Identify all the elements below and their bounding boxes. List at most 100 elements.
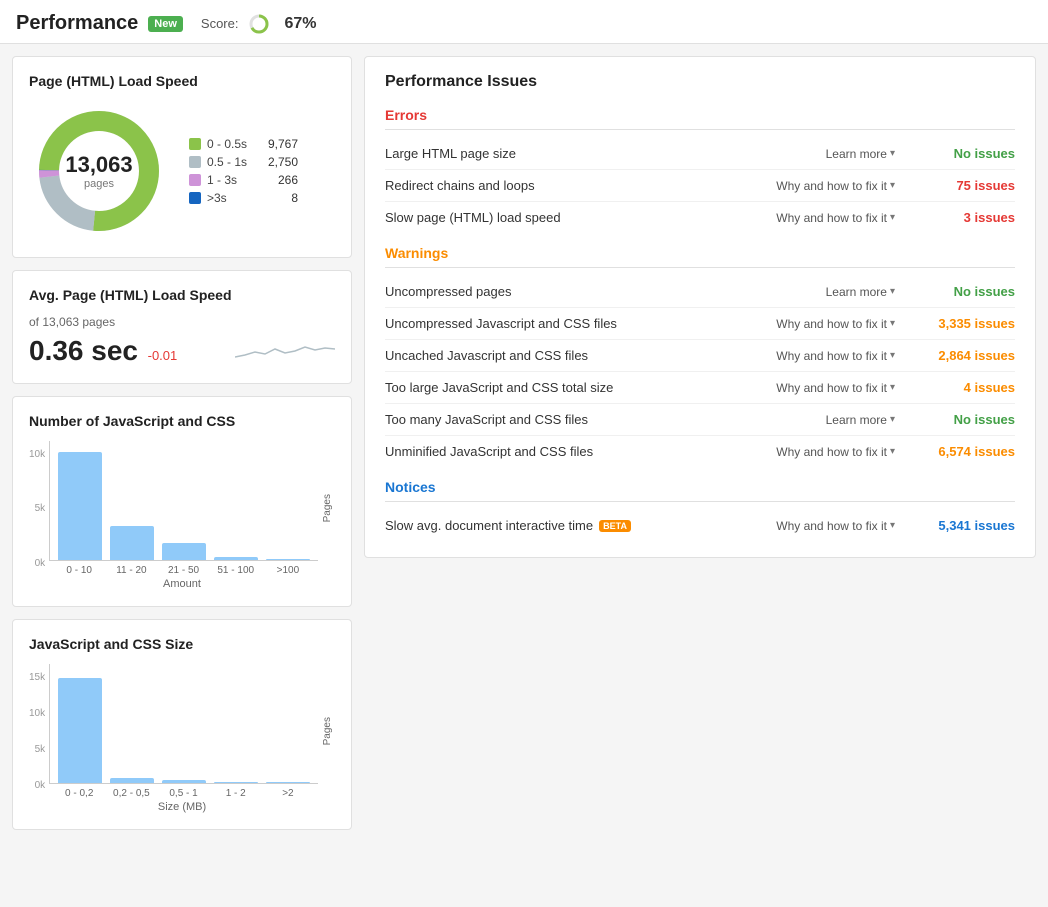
issue-count: 2,864 issues xyxy=(915,348,1015,363)
score-value: 67% xyxy=(284,15,316,33)
x-label: 51 - 100 xyxy=(214,565,258,576)
score-ring xyxy=(248,13,270,35)
speed-legend: 0 - 0.5s 9,767 0.5 - 1s 2,750 1 - 3s 266… xyxy=(189,137,298,205)
issue-name: Unminified JavaScript and CSS files xyxy=(385,444,776,459)
issue-action[interactable]: Why and how to fix it ▾ xyxy=(776,349,895,363)
chevron-down-icon: ▾ xyxy=(890,212,895,223)
chevron-down-icon: ▾ xyxy=(890,318,895,329)
page-header: Performance New Score: 67% xyxy=(0,0,1048,44)
bar xyxy=(162,543,206,560)
bar xyxy=(110,778,154,783)
donut-chart: 13,063 pages xyxy=(29,101,169,241)
issue-row: Uncompressed pagesLearn more ▾ No issues xyxy=(385,276,1015,308)
x-labels: 0 - 1011 - 2021 - 5051 - 100>100 xyxy=(49,561,318,576)
bar-col xyxy=(110,778,154,783)
issue-row: Uncompressed Javascript and CSS filesWhy… xyxy=(385,308,1015,340)
legend-label: 0 - 0.5s xyxy=(207,137,247,151)
x-label: >100 xyxy=(266,565,310,576)
avg-load-card: Avg. Page (HTML) Load Speed of 13,063 pa… xyxy=(12,270,352,384)
chevron-down-icon: ▾ xyxy=(890,446,895,457)
issue-action[interactable]: Why and how to fix it ▾ xyxy=(776,317,895,331)
issue-action[interactable]: Learn more ▾ xyxy=(826,413,895,427)
issue-action[interactable]: Learn more ▾ xyxy=(826,285,895,299)
avg-diff: -0.01 xyxy=(148,348,178,363)
avg-load-title: Avg. Page (HTML) Load Speed xyxy=(29,287,335,303)
bar xyxy=(266,782,310,783)
y-max-label: 10k xyxy=(29,449,45,460)
js-css-size-chart: 15k 10k 5k 0k 0 - 0,20,2 - 0,50,5 - 11 -… xyxy=(29,664,335,813)
issue-name: Too many JavaScript and CSS files xyxy=(385,412,826,427)
issue-count: 5,341 issues xyxy=(915,518,1015,533)
errors-heading: Errors xyxy=(385,107,1015,130)
donut-center-text: 13,063 pages xyxy=(65,152,132,190)
chevron-down-icon: ▾ xyxy=(890,414,895,425)
bar-col xyxy=(110,526,154,560)
size-bars-container: 0 - 0,20,2 - 0,50,5 - 11 - 2>2 xyxy=(49,664,318,799)
donut-total-label: pages xyxy=(65,178,132,190)
issue-count: No issues xyxy=(915,146,1015,161)
js-css-size-title: JavaScript and CSS Size xyxy=(29,636,335,652)
size-y-max: 15k xyxy=(29,672,45,683)
beta-badge: BETA xyxy=(599,520,631,532)
size-y-min: 0k xyxy=(35,780,46,791)
x-label: 11 - 20 xyxy=(109,565,153,576)
legend-value: 8 xyxy=(253,191,298,205)
donut-total: 13,063 xyxy=(65,152,132,178)
avg-left: of 13,063 pages 0.36 sec -0.01 xyxy=(29,315,177,367)
sparkline-chart xyxy=(235,327,335,367)
legend-color xyxy=(189,192,201,204)
js-css-count-card: Number of JavaScript and CSS 10k 5k 0k 0… xyxy=(12,396,352,607)
issue-name: Uncompressed pages xyxy=(385,284,826,299)
issue-action[interactable]: Why and how to fix it ▾ xyxy=(776,519,895,533)
issue-name: Slow avg. document interactive timeBETA xyxy=(385,518,776,533)
issue-row: Too large JavaScript and CSS total sizeW… xyxy=(385,372,1015,404)
js-css-count-title: Number of JavaScript and CSS xyxy=(29,413,335,429)
bar xyxy=(266,559,310,560)
legend-item: 0.5 - 1s 2,750 xyxy=(189,155,298,169)
issue-count: No issues xyxy=(915,412,1015,427)
bar-col xyxy=(266,559,310,560)
y-min-label: 0k xyxy=(35,558,46,569)
issue-action[interactable]: Why and how to fix it ▾ xyxy=(776,381,895,395)
bar-col xyxy=(162,543,206,560)
bar-col xyxy=(214,557,258,560)
right-column: Performance Issues Errors Large HTML pag… xyxy=(364,56,1036,558)
x-label: 0 - 10 xyxy=(57,565,101,576)
issue-row: Redirect chains and loopsWhy and how to … xyxy=(385,170,1015,202)
legend-value: 2,750 xyxy=(253,155,298,169)
bars-row xyxy=(49,441,318,561)
issue-action[interactable]: Why and how to fix it ▾ xyxy=(776,179,895,193)
chart-with-yaxis: 10k 5k 0k 0 - 1011 - 2021 - 5051 - 100>1… xyxy=(29,441,335,576)
issue-count: 75 issues xyxy=(915,178,1015,193)
avg-subtitle: of 13,063 pages xyxy=(29,315,177,329)
load-speed-title: Page (HTML) Load Speed xyxy=(29,73,335,89)
issue-action[interactable]: Learn more ▾ xyxy=(826,147,895,161)
page-title: Performance xyxy=(16,12,138,35)
legend-color xyxy=(189,156,201,168)
size-y-mid2: 5k xyxy=(35,744,46,755)
legend-label: 1 - 3s xyxy=(207,173,237,187)
chevron-down-icon: ▾ xyxy=(890,520,895,531)
issue-action[interactable]: Why and how to fix it ▾ xyxy=(776,445,895,459)
legend-value: 9,767 xyxy=(253,137,298,151)
issue-count: No issues xyxy=(915,284,1015,299)
chevron-down-icon: ▾ xyxy=(890,180,895,191)
bar-col xyxy=(214,782,258,783)
avg-value: 0.36 sec xyxy=(29,335,138,366)
size-bars-row xyxy=(49,664,318,784)
bars-container: 0 - 1011 - 2021 - 5051 - 100>100 xyxy=(49,441,318,576)
chevron-down-icon: ▾ xyxy=(890,382,895,393)
x-label: 1 - 2 xyxy=(214,788,258,799)
chevron-down-icon: ▾ xyxy=(890,286,895,297)
legend-value: 266 xyxy=(253,173,298,187)
bar xyxy=(162,780,206,783)
issue-action[interactable]: Why and how to fix it ▾ xyxy=(776,211,895,225)
new-badge: New xyxy=(148,16,183,32)
size-y-axis-label: Pages xyxy=(322,717,333,745)
size-y-mid1: 10k xyxy=(29,708,45,719)
legend-label: >3s xyxy=(207,191,227,205)
issue-name: Uncached Javascript and CSS files xyxy=(385,348,776,363)
issue-count: 3 issues xyxy=(915,210,1015,225)
bar-col xyxy=(58,452,102,560)
issue-name: Redirect chains and loops xyxy=(385,178,776,193)
